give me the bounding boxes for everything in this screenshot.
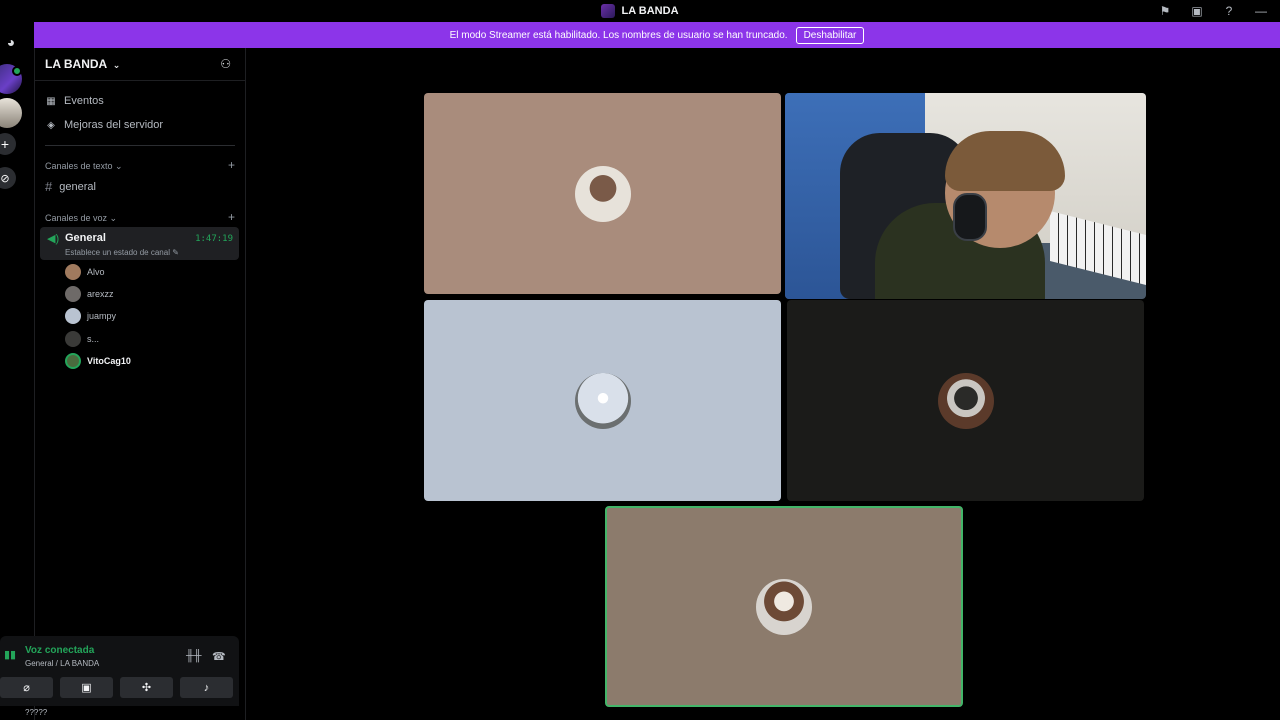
streamer-mode-banner: El modo Streamer está habilitado. Los no… <box>34 22 1280 48</box>
voice-connected-panel: ▮▮ Voz conectada General / LA BANDA ╫╫ ☎… <box>0 636 239 706</box>
chevron-down-icon: ⌄ <box>110 60 121 70</box>
nav-item-boosts[interactable]: ◈ Mejoras del servidor <box>45 119 163 131</box>
channel-label: general <box>59 180 96 193</box>
voice-location[interactable]: General / LA BANDA <box>25 659 99 668</box>
server-rail: ◕ + ⊘ <box>0 22 34 720</box>
voice-member[interactable]: VitoCag10 <box>65 353 131 369</box>
noise-suppression-icon[interactable]: ╫╫ <box>186 650 202 662</box>
video-tile[interactable] <box>787 300 1144 501</box>
server-icon <box>601 4 616 18</box>
camera-tile[interactable] <box>785 93 1146 299</box>
nav-item-events[interactable]: ▦ Eventos <box>45 95 104 107</box>
invite-people-icon[interactable]: ⚇ <box>220 57 231 71</box>
disable-streamer-button[interactable]: Deshabilitar <box>795 26 865 44</box>
avatar <box>574 165 631 222</box>
window-title: LA BANDA <box>601 4 679 18</box>
inbox-icon[interactable]: ▣ <box>1188 3 1206 19</box>
title-bar: LA BANDA ⚑ ▣ ? — <box>0 0 1280 22</box>
voice-stage <box>246 48 1280 720</box>
title-actions: ⚑ ▣ ? — <box>1156 3 1270 19</box>
camera-off-icon[interactable]: ⌀ <box>0 677 53 698</box>
video-tile-speaking[interactable] <box>605 506 963 707</box>
video-tile[interactable] <box>424 93 781 294</box>
discord-home-icon[interactable]: ◕ <box>0 27 26 57</box>
add-server-icon[interactable]: + <box>0 133 16 155</box>
soundboard-icon[interactable]: ♪ <box>180 677 233 698</box>
nav-item-label: Mejoras del servidor <box>64 119 164 131</box>
pencil-icon: ✎ <box>172 248 179 257</box>
category-label: Canales de voz <box>45 213 108 223</box>
set-channel-status[interactable]: Establece un estado de canal ✎ <box>65 248 179 257</box>
server-other-icon[interactable] <box>0 98 22 128</box>
user-panel[interactable]: ????? <box>0 708 239 720</box>
divider <box>45 145 235 146</box>
avatar <box>65 286 81 302</box>
voice-member[interactable]: arexzz <box>65 286 114 302</box>
video-tile[interactable] <box>424 300 781 501</box>
signal-icon[interactable]: ▮▮ <box>4 648 20 666</box>
voice-actions: ⌀ ▣ ✣ ♪ <box>0 677 239 698</box>
add-channel-icon[interactable]: + <box>228 210 235 224</box>
voice-channel-name: General <box>65 232 106 244</box>
window-title-text: LA BANDA <box>621 5 679 17</box>
add-channel-icon[interactable]: + <box>228 158 235 172</box>
discover-icon[interactable]: ⊘ <box>0 167 16 189</box>
category-text-channels[interactable]: Canales de texto ⌄ + <box>45 158 235 172</box>
avatar <box>65 308 81 324</box>
hash-icon: # <box>45 179 53 194</box>
help-icon[interactable]: ? <box>1220 3 1238 19</box>
flag-icon[interactable]: ⚑ <box>1156 3 1174 19</box>
boost-icon: ◈ <box>47 119 55 131</box>
channel-sidebar: LA BANDA ⌄ ⚇ ▦ Eventos ◈ Mejoras del ser… <box>34 48 246 720</box>
avatar <box>65 331 81 347</box>
voice-member[interactable]: Alvo <box>65 264 105 280</box>
voice-member[interactable]: juampy <box>65 308 116 324</box>
avatar <box>937 372 994 429</box>
calendar-icon: ▦ <box>46 95 56 107</box>
voice-timer: 1:47:19 <box>195 234 233 244</box>
avatar <box>65 353 81 369</box>
channel-general-text[interactable]: # general <box>45 179 96 194</box>
minimize-button[interactable]: — <box>1252 3 1270 19</box>
category-voice-channels[interactable]: Canales de voz ⌄ + <box>45 210 235 224</box>
voice-status[interactable]: Voz conectada <box>25 645 94 656</box>
headset <box>953 193 987 241</box>
speaker-icon: ◀) <box>47 233 60 245</box>
avatar <box>574 372 631 429</box>
disconnect-icon[interactable]: ☎ <box>212 650 226 663</box>
voice-active-indicator <box>12 66 22 76</box>
server-name[interactable]: LA BANDA ⌄ <box>45 57 120 71</box>
avatar <box>756 578 812 635</box>
avatar <box>65 264 81 280</box>
activities-icon[interactable]: ✣ <box>120 677 173 698</box>
nav-item-label: Eventos <box>64 95 104 107</box>
voice-member[interactable]: s... <box>65 331 99 347</box>
server-header[interactable]: LA BANDA ⌄ ⚇ <box>35 48 245 81</box>
voice-channel-general[interactable]: ◀) General 1:47:19 Establece un estado d… <box>40 227 239 260</box>
screen-share-icon[interactable]: ▣ <box>60 677 113 698</box>
category-label: Canales de texto <box>45 161 113 171</box>
banner-text: El modo Streamer está habilitado. Los no… <box>449 29 788 41</box>
